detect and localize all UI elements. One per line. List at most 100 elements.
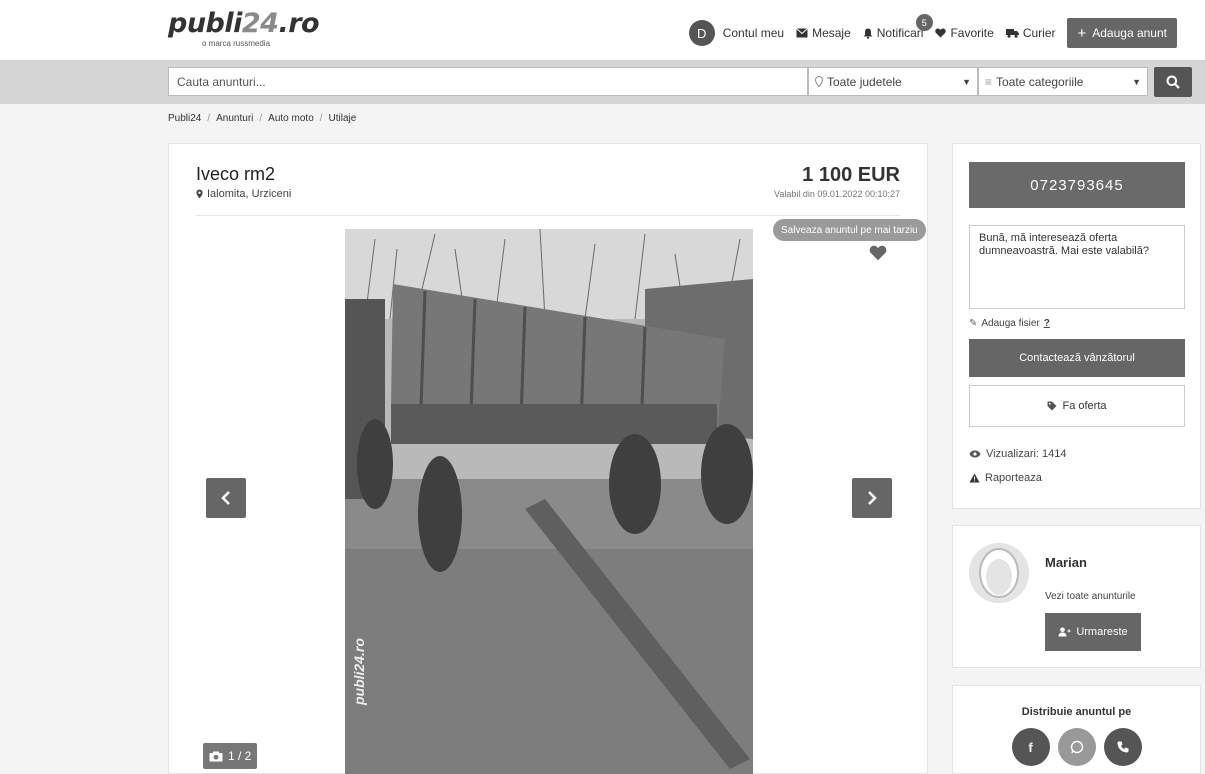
listing-location: Ialomita, Urziceni [196,188,291,200]
add-user-icon [1058,627,1071,637]
logo-text: publi [168,8,242,39]
plus-icon: + [1077,24,1087,42]
divider [196,215,900,216]
site-logo[interactable]: publi24.ro o marca russmedia [168,8,320,49]
location-pin-icon [815,76,823,87]
courier-link[interactable]: Curier [1005,26,1056,40]
camera-icon [209,751,223,761]
account-avatar: D [688,20,715,46]
trailer-photo [345,229,753,774]
facebook-icon: f [1028,739,1033,755]
location-pin-icon [196,189,203,199]
breadcrumb-separator: / [319,113,323,124]
attach-help[interactable]: ? [1044,318,1050,329]
chevron-right-icon [868,491,877,505]
favorites-label: Favorite [950,26,994,40]
top-nav: D Contul meu Mesaje Notificari 5 Favorit… [688,14,1177,48]
chevron-down-icon: ▼ [962,76,971,87]
account-menu[interactable]: D Contul meu [688,20,785,46]
county-select[interactable]: Toate judetele ▼ [808,67,978,96]
listing-photo[interactable]: publi24.ro [345,229,753,774]
follow-button[interactable]: Urmareste [1045,613,1141,651]
category-select[interactable]: ≡ Toate categoriile ▼ [978,67,1148,96]
views-text: Vizualizari: 1414 [986,448,1067,460]
county-value: Toate judetele [827,74,902,89]
whatsapp-icon [1070,740,1083,754]
messages-link[interactable]: Mesaje [796,26,851,40]
attach-file-link[interactable]: ✎ Adauga fisier ? [969,318,1050,329]
logo-tld: .ro [278,8,320,39]
search-input[interactable]: Cauta anunturi... [168,67,808,96]
breadcrumb-item[interactable]: Utilaje [329,113,357,124]
account-label: Contul meu [722,26,785,40]
tag-icon [1047,401,1057,411]
share-buttons: f [953,728,1200,766]
contact-seller-button[interactable]: Contactează vânzătorul [969,339,1185,377]
heart-icon [935,28,947,38]
chevron-left-icon [221,491,230,505]
top-bar: publi24.ro o marca russmedia D Contul me… [0,0,1205,60]
heart-icon [869,245,887,261]
facebook-share-button[interactable]: f [1011,728,1050,766]
warning-icon [969,473,980,483]
message-textarea[interactable]: Bună, mă interesează oferta dumneavoastr… [969,225,1185,309]
breadcrumb-separator: / [259,113,263,124]
make-offer-button[interactable]: Fa oferta [969,385,1185,427]
seller-name[interactable]: Marian [1045,555,1087,570]
truck-icon [1005,29,1019,38]
next-photo-button[interactable] [852,478,892,518]
breadcrumb-separator: / [207,113,211,124]
paperclip-icon: ✎ [969,318,978,329]
follow-label: Urmareste [1076,626,1128,638]
previous-photo-button[interactable] [206,478,246,518]
photo-watermark: publi24.ro [351,638,367,705]
breadcrumb-item[interactable]: Anunturi [216,113,253,124]
location-text: Ialomita, Urziceni [207,188,292,200]
courier-label: Curier [1022,26,1056,40]
messages-label: Mesaje [812,26,851,40]
seller-avatar[interactable] [969,543,1029,603]
chevron-down-icon: ▼ [1132,76,1141,87]
bell-icon [863,28,873,39]
views-count: Vizualizari: 1414 [969,448,1067,460]
seller-box: Marian Vezi toate anunturile Urmareste [952,525,1201,668]
search-bar: Cauta anunturi... Toate judetele ▼ ≡ Toa… [0,60,1205,104]
report-label: Raporteaza [985,472,1042,484]
add-ad-label: Adauga anunt [1092,26,1167,40]
whatsapp-share-button[interactable] [1057,728,1096,766]
save-favorite-button[interactable] [869,245,887,264]
save-tooltip: Salveaza anuntul pe mai tarziu [773,219,926,241]
listing-price: 1 100 EUR [802,164,900,186]
user-silhouette-icon [969,543,1029,603]
share-title: Distribuie anuntul pe [1021,706,1132,718]
listing-title: Iveco rm2 [196,164,276,184]
make-offer-label: Fa oferta [1062,400,1107,412]
attach-label: Adauga fisier [981,318,1040,329]
list-icon: ≡ [985,74,993,89]
see-all-ads-link[interactable]: Vezi toate anunturile [1045,591,1136,602]
report-link[interactable]: Raporteaza [969,472,1042,484]
breadcrumb-item[interactable]: Publi24 [168,113,201,124]
listing-valid-date: Valabil din 09.01.2022 00:10:27 [774,189,900,199]
breadcrumb-item[interactable]: Auto moto [268,113,314,124]
search-placeholder: Cauta anunturi... [177,74,266,89]
favorites-link[interactable]: Favorite [935,26,994,40]
add-ad-button[interactable]: + Adauga anunt [1067,18,1177,48]
search-icon [1166,75,1180,89]
logo-number: 24 [241,8,279,39]
search-button[interactable] [1154,67,1192,97]
eye-icon [969,450,981,458]
notifications-label: Notificari [876,26,924,40]
listing-card: Iveco rm2 Ialomita, Urziceni 1 100 EUR V… [168,143,928,774]
breadcrumb: Publi24 / Anunturi / Auto moto / Utilaje [168,113,356,124]
phone-number-button[interactable]: 0723793645 [969,162,1185,208]
category-value: Toate categoriile [996,74,1084,89]
phone-icon [1117,741,1128,753]
share-box: Distribuie anuntul pe f [952,685,1201,774]
notifications-link[interactable]: Notificari 5 [863,14,933,40]
photo-counter-text: 1 / 2 [228,749,252,763]
phone-share-button[interactable] [1103,728,1142,766]
notifications-badge: 5 [915,14,933,31]
logo-tagline: o marca russmedia [202,39,271,48]
photo-counter: 1 / 2 [203,743,258,769]
